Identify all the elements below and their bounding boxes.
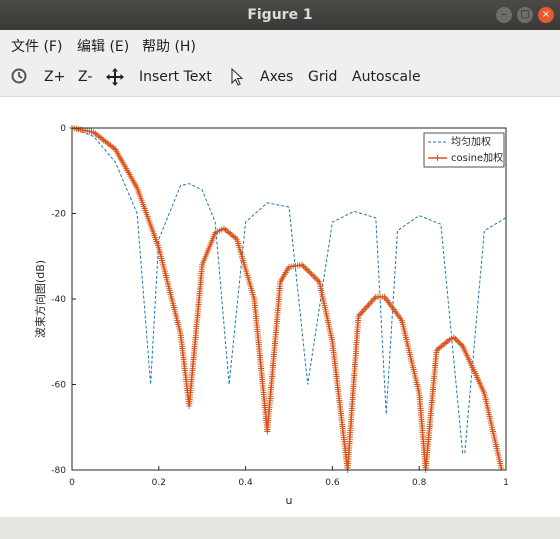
x-tick-label: 0.6 bbox=[325, 478, 340, 488]
minimize-button[interactable]: – bbox=[496, 7, 512, 23]
y-tick-label: -40 bbox=[51, 295, 66, 305]
chart: 0 0.2 0.4 0.6 0.8 10-20-40-60-80 u 波束方向图(dB) … bbox=[33, 124, 509, 507]
axes-button[interactable]: Axes bbox=[260, 69, 293, 85]
window-title: Figure 1 bbox=[247, 7, 313, 23]
pan-icon[interactable] bbox=[106, 68, 124, 90]
figure-canvas[interactable]: 0 0.2 0.4 0.6 0.8 1 0 -20 -40 -60 -80 u 波束方向图(dB) … bbox=[0, 97, 560, 517]
menu-bar: 文件 (F) 编辑 (E) 帮助 (H) bbox=[0, 30, 560, 58]
x-tick-label: 0.4 bbox=[238, 478, 253, 488]
legend-uniform-label: 均匀加权 bbox=[451, 135, 491, 148]
y-tick-label: -80 bbox=[51, 466, 66, 476]
x-tick-label: 0.8 bbox=[412, 478, 427, 488]
select-pointer-icon[interactable] bbox=[230, 67, 244, 90]
legend-cosine-label: cosine加权 bbox=[451, 151, 503, 164]
menu-edit[interactable]: 编辑 (E) bbox=[77, 36, 129, 56]
autoscale-button[interactable]: Autoscale bbox=[352, 69, 421, 85]
x-tick-label: 0 bbox=[69, 478, 75, 488]
x-axis-label: u bbox=[286, 494, 293, 507]
menu-file[interactable]: 文件 (F) bbox=[11, 36, 62, 56]
zoom-out-button[interactable]: Z- bbox=[78, 69, 92, 85]
x-tick-label: 1 bbox=[503, 478, 509, 488]
y-tick-label: 0 bbox=[60, 124, 66, 134]
plot-axes bbox=[71, 127, 507, 471]
grid-button[interactable]: Grid bbox=[308, 69, 337, 85]
y-tick-label: -20 bbox=[51, 210, 66, 220]
toolbar: Z+ Z- Insert Text Axes Grid Autoscale bbox=[0, 58, 560, 97]
status-bar bbox=[0, 517, 560, 539]
maximize-button[interactable]: □ bbox=[517, 7, 533, 23]
x-tick-label: 0.2 bbox=[152, 478, 166, 488]
series-uniform-line bbox=[71, 127, 507, 454]
y-axis-label: 波束方向图(dB) bbox=[33, 260, 47, 338]
rotate-icon[interactable] bbox=[10, 67, 28, 89]
close-button[interactable]: × bbox=[538, 7, 554, 23]
y-tick-label: -60 bbox=[51, 381, 66, 391]
title-bar: Figure 1 – □ × bbox=[0, 0, 560, 30]
legend: 均匀加权 cosine加权 bbox=[423, 132, 505, 168]
insert-text-button[interactable]: Insert Text bbox=[139, 69, 212, 85]
menu-help[interactable]: 帮助 (H) bbox=[142, 36, 196, 56]
zoom-in-button[interactable]: Z+ bbox=[44, 69, 65, 85]
series-cosine-line bbox=[71, 127, 503, 471]
